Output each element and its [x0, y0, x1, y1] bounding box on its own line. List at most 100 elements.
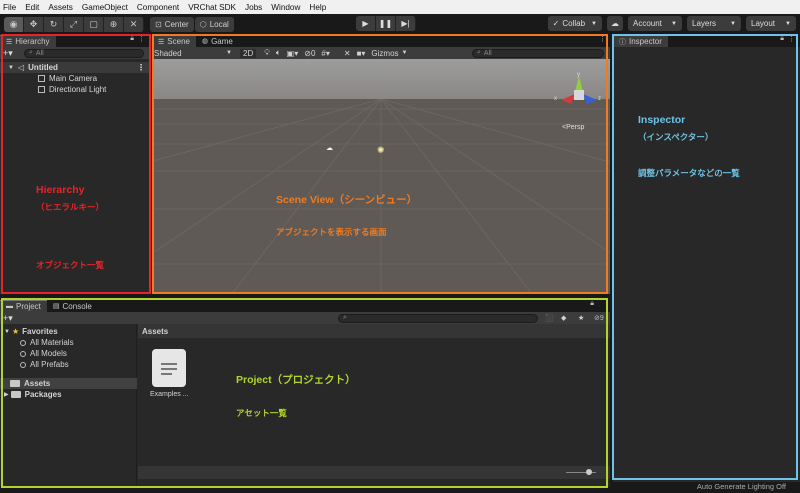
menu-window[interactable]: Window — [271, 3, 300, 12]
list-icon: ☰ — [158, 38, 165, 46]
more-icon[interactable]: ⋮ — [788, 35, 795, 43]
menu-component[interactable]: Component — [137, 3, 179, 12]
filter-type-icon[interactable]: ⬛ — [545, 314, 554, 322]
lighting-icon[interactable]: 💡︎ — [264, 48, 270, 58]
scene-name: Untitled — [28, 63, 58, 72]
add-icon[interactable]: +▾ — [3, 48, 13, 59]
folder-icon: ▬ — [6, 303, 13, 310]
more-icon[interactable]: ⋮ — [599, 35, 606, 43]
layers-dropdown[interactable]: Layers ▼ — [687, 16, 741, 31]
tab-console[interactable]: ▤ Console — [47, 300, 98, 312]
move-tool-icon[interactable]: ✥ — [24, 16, 44, 32]
shading-dropdown[interactable]: Shaded ▼ — [154, 48, 232, 58]
project-tab-label: Project — [16, 302, 41, 311]
menu-assets[interactable]: Assets — [48, 3, 73, 12]
search-icon: ⌕ — [343, 314, 347, 321]
lock-icon[interactable]: 🔒︎ — [590, 300, 594, 308]
hierarchy-search-input[interactable]: ⌕ All — [24, 48, 144, 58]
hidden-packages-icon[interactable]: ⊘9 — [594, 314, 604, 322]
pivot-icon: ⊡ — [155, 19, 162, 29]
expand-arrow-icon: ▼ — [4, 328, 10, 335]
camera-icon[interactable]: ■▾ — [357, 49, 366, 58]
create-icon[interactable]: +▾ — [3, 313, 13, 324]
scene-search-input[interactable]: ⌕ All — [472, 48, 604, 58]
menu-help[interactable]: Help — [309, 3, 326, 12]
packages-folder-row[interactable]: ▶ Packages — [4, 390, 62, 399]
gizmos-dropdown[interactable]: Gizmos ▼ — [371, 49, 407, 58]
tab-inspector[interactable]: ⓘ Inspector — [613, 35, 668, 47]
pivot-center-button[interactable]: ⊡ Center — [150, 16, 194, 32]
rect-tool-icon[interactable]: ▢ — [84, 16, 104, 32]
persp-label[interactable]: <Persp — [562, 124, 584, 131]
audio-icon[interactable]: 🔈︎ — [276, 48, 281, 58]
inspector-tabbar: ⓘ Inspector 🔒︎ ⋮ — [613, 34, 800, 47]
rotate-tool-icon[interactable]: ↻ — [44, 16, 64, 32]
list-item[interactable]: All Prefabs — [20, 360, 69, 369]
favorite-star-icon[interactable]: ★ — [578, 314, 584, 322]
menu-edit[interactable]: Edit — [25, 3, 39, 12]
layout-dropdown[interactable]: Layout ▼ — [746, 16, 796, 31]
search-icon — [20, 361, 26, 368]
more-icon[interactable]: ⋮ — [138, 35, 145, 43]
tab-hierarchy[interactable]: ☰ Hierarchy — [0, 35, 56, 47]
camera-gizmo-icon[interactable]: ☁ — [326, 144, 333, 152]
document-asset-icon[interactable] — [152, 349, 186, 387]
menu-jobs[interactable]: Jobs — [245, 3, 262, 12]
annotation-hierarchy-title: Hierarchy — [36, 184, 85, 196]
cloud-button[interactable]: ☁ — [607, 16, 623, 31]
2d-toggle[interactable]: 2D — [240, 48, 257, 58]
light-gizmo-icon[interactable]: ✺ — [377, 145, 385, 156]
console-icon: ▤ — [52, 303, 60, 310]
transform-tool-icon[interactable]: ⊕ — [104, 16, 124, 32]
pivot-local-button[interactable]: ⬡ Local — [194, 16, 234, 32]
more-icon[interactable]: ⋮ — [137, 63, 145, 72]
filter-label-icon[interactable]: ◆ — [561, 314, 566, 322]
caret-down-icon: ▼ — [730, 20, 736, 27]
scene-tabbar: ☰ Scene ◍ Game ⋮ — [152, 34, 610, 47]
lock-icon[interactable]: 🔒︎ — [780, 35, 784, 43]
pause-button-icon[interactable]: ❚❚ — [376, 16, 396, 31]
right-toolbar: ✓ Collab ▼ ☁ Account ▼ Layers ▼ Layout ▼ — [543, 16, 796, 31]
breadcrumb-assets[interactable]: Assets — [142, 327, 168, 336]
center-label: Center — [164, 19, 189, 29]
assets-folder-row[interactable]: Assets — [0, 378, 137, 389]
asset-item-label[interactable]: Examples ... — [150, 391, 189, 398]
menu-vrchat-sdk[interactable]: VRChat SDK — [188, 3, 236, 12]
effects-icon[interactable]: ▣▾ — [287, 49, 299, 58]
tab-scene[interactable]: ☰ Scene — [152, 35, 196, 47]
list-item[interactable]: Directional Light — [38, 84, 106, 95]
scale-tool-icon[interactable]: ⤢ — [64, 16, 84, 32]
tab-game[interactable]: ◍ Game — [196, 35, 239, 47]
hierarchy-tab-label: Hierarchy — [15, 37, 50, 46]
lock-icon[interactable]: 🔒︎ — [130, 35, 134, 43]
menu-gameobject[interactable]: GameObject — [82, 3, 128, 12]
account-dropdown[interactable]: Account ▼ — [628, 16, 682, 31]
project-search-input[interactable]: ⌕ — [338, 313, 538, 323]
console-tab-label: Console — [62, 301, 92, 311]
menu-file[interactable]: File — [3, 3, 16, 12]
scene-row[interactable]: ▼ ◁ Untitled ⋮ — [0, 62, 150, 73]
search-placeholder: All — [483, 49, 492, 57]
collab-dropdown[interactable]: ✓ Collab ▼ — [547, 16, 602, 31]
star-icon: ★ — [11, 327, 20, 336]
tab-project[interactable]: ▬ Project — [0, 300, 47, 312]
list-item[interactable]: Main Camera — [38, 73, 97, 84]
list-item[interactable]: All Models — [20, 349, 67, 358]
tools-icon[interactable]: ✕ — [344, 49, 351, 58]
custom-tool-icon[interactable]: ✕ — [124, 16, 144, 32]
favorites-row[interactable]: ▼ ★ Favorites — [4, 327, 58, 336]
grid-icon[interactable]: #▾ — [321, 49, 329, 58]
hidden-objects-icon[interactable]: ⊘ — [304, 49, 311, 58]
zoom-slider-handle[interactable] — [586, 469, 592, 475]
caret-down-icon: ▼ — [785, 20, 791, 27]
list-item[interactable]: All Materials — [20, 338, 74, 347]
item-label: All Prefabs — [30, 360, 69, 369]
play-button-icon[interactable]: ▶ — [356, 16, 376, 31]
caret-down-icon: ▼ — [671, 20, 677, 27]
project-folder-tree: ▼ ★ Favorites All Materials All Models A… — [0, 324, 137, 487]
step-button-icon[interactable]: ▶| — [396, 16, 416, 31]
orientation-gizmo[interactable]: y x z — [554, 70, 604, 116]
view-tool-eye-icon[interactable]: ◉ — [4, 16, 24, 32]
project-tabbar: ▬ Project ▤ Console 🔒︎ — [0, 299, 610, 312]
account-label: Account — [633, 19, 662, 28]
